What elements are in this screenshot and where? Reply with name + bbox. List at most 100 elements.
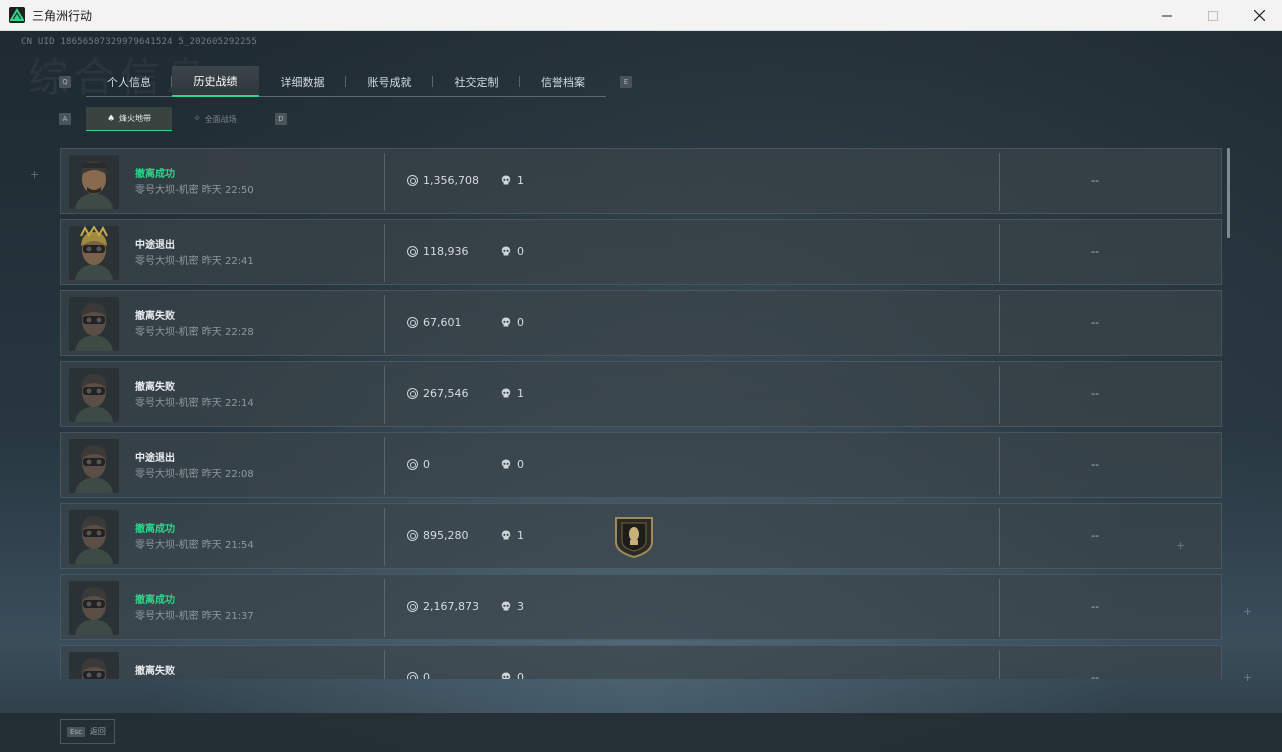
operator-avatar xyxy=(69,155,119,209)
match-map-time: 零号大坝-机密 昨天 22:14 xyxy=(135,398,254,409)
skull-icon xyxy=(501,530,511,540)
match-record-row[interactable]: 中途退出 零号大坝-机密 昨天 22:41 118,936 0 -- xyxy=(60,219,1222,285)
coin-icon xyxy=(407,246,418,257)
extracted-value: 0 xyxy=(407,671,430,679)
column-divider xyxy=(999,153,1000,211)
extracted-value: 267,546 xyxy=(407,387,469,400)
extracted-value-text: 67,601 xyxy=(423,316,462,329)
skull-icon xyxy=(501,601,511,611)
uid-label: CN UID 18656507329979641524 5_2026052922… xyxy=(21,37,257,47)
match-result: 中途退出 xyxy=(135,453,175,464)
kill-count: 3 xyxy=(501,600,524,613)
match-extra-info: -- xyxy=(1091,529,1099,542)
operator-avatar xyxy=(69,368,119,422)
column-divider xyxy=(999,579,1000,637)
match-record-row[interactable]: 撤离成功 零号大坝-机密 昨天 21:37 2,167,873 3 -- xyxy=(60,574,1222,640)
operator-avatar xyxy=(69,652,119,679)
column-divider xyxy=(384,224,385,282)
match-result: 撤离失败 xyxy=(135,382,175,393)
coin-icon xyxy=(407,388,418,399)
match-map-time: 零号大坝-机密 昨天 22:28 xyxy=(135,327,254,338)
operator-avatar xyxy=(69,581,119,635)
operator-avatar xyxy=(69,510,119,564)
subtab-full-battlefield[interactable]: ✧ 全面战场 xyxy=(172,107,258,131)
extracted-value: 895,280 xyxy=(407,529,469,542)
skull-icon xyxy=(501,317,511,327)
column-divider xyxy=(384,295,385,353)
decor-plus-icon: + xyxy=(1243,605,1253,618)
column-divider xyxy=(999,366,1000,424)
extracted-value: 1,356,708 xyxy=(407,174,479,187)
subtab-hazard-zone[interactable]: ♠ 烽火地带 xyxy=(86,107,172,131)
kill-count-text: 1 xyxy=(517,387,524,400)
close-icon xyxy=(1253,10,1265,21)
next-tab-key-hint[interactable]: E xyxy=(620,76,632,88)
extracted-value: 0 xyxy=(407,458,430,471)
operator-avatar xyxy=(69,297,119,351)
match-record-row[interactable]: 撤离成功 零号大坝-机密 昨天 21:54 895,280 1 -- xyxy=(60,503,1222,569)
kill-count: 1 xyxy=(501,387,524,400)
match-record-row[interactable]: 撤离失败 零号大坝-机密 昨天 22:14 267,546 1 -- xyxy=(60,361,1222,427)
match-record-row[interactable]: 撤离失败 零号大坝-机密 昨天 22:28 67,601 0 -- xyxy=(60,290,1222,356)
footer-bar: Esc 返回 xyxy=(0,713,1282,752)
tab-personal-info[interactable]: 个人信息 xyxy=(86,66,172,97)
extracted-value: 67,601 xyxy=(407,316,462,329)
kill-count: 0 xyxy=(501,245,524,258)
match-result: 撤离成功 xyxy=(135,595,175,606)
coin-icon xyxy=(407,317,418,328)
column-divider xyxy=(384,579,385,637)
match-record-row[interactable]: 撤离失败 零号大坝-机密 昨天 21:22 0 0 -- xyxy=(60,645,1222,679)
column-divider xyxy=(384,437,385,495)
maximize-icon xyxy=(1208,10,1218,21)
match-map-time: 零号大坝-机密 昨天 22:41 xyxy=(135,256,254,267)
operator-avatar xyxy=(69,439,119,493)
operator-avatar xyxy=(69,226,119,280)
extracted-value-text: 118,936 xyxy=(423,245,469,258)
prev-subtab-key-hint[interactable]: A xyxy=(59,113,71,125)
extracted-value-text: 0 xyxy=(423,671,430,679)
back-label: 返回 xyxy=(89,727,106,736)
sub-tab-bar: ♠ 烽火地带 ✧ 全面战场 xyxy=(86,107,258,131)
tab-credit-profile[interactable]: 信誉档案 xyxy=(520,66,606,97)
prev-tab-key-hint[interactable]: Q xyxy=(59,76,71,88)
match-extra-info: -- xyxy=(1091,600,1099,613)
skull-icon xyxy=(501,246,511,256)
kill-count: 1 xyxy=(501,174,524,187)
tab-detailed-stats[interactable]: 详细数据 xyxy=(259,66,346,97)
close-button[interactable] xyxy=(1236,0,1282,31)
match-record-row[interactable]: 撤离成功 零号大坝-机密 昨天 22:50 1,356,708 1 -- xyxy=(60,148,1222,214)
match-result: 撤离成功 xyxy=(135,169,175,180)
decor-plus-icon: + xyxy=(1176,539,1186,552)
coin-icon xyxy=(407,601,418,612)
skull-icon xyxy=(501,672,511,679)
next-subtab-key-hint[interactable]: D xyxy=(275,113,287,125)
window-titlebar: 三角洲行动 xyxy=(0,0,1282,31)
main-tab-bar: 个人信息 历史战绩 详细数据 账号成就 社交定制 信誉档案 xyxy=(86,66,606,97)
extracted-value: 118,936 xyxy=(407,245,469,258)
coin-icon xyxy=(407,459,418,470)
kill-count-text: 0 xyxy=(517,316,524,329)
maximize-button[interactable] xyxy=(1190,0,1236,31)
kill-count-text: 0 xyxy=(517,458,524,471)
match-record-row[interactable]: 中途退出 零号大坝-机密 昨天 22:08 0 0 -- xyxy=(60,432,1222,498)
list-scrollbar[interactable] xyxy=(1227,148,1230,238)
decor-plus-icon: + xyxy=(1243,671,1253,684)
coin-icon xyxy=(407,175,418,186)
tab-match-history[interactable]: 历史战绩 xyxy=(172,66,259,97)
column-divider xyxy=(384,153,385,211)
kill-count-text: 3 xyxy=(517,600,524,613)
back-button[interactable]: Esc 返回 xyxy=(60,719,115,744)
column-divider xyxy=(999,650,1000,679)
kill-count: 0 xyxy=(501,316,524,329)
tab-achievements[interactable]: 账号成就 xyxy=(346,66,433,97)
extracted-value-text: 2,167,873 xyxy=(423,600,479,613)
kill-count: 0 xyxy=(501,671,524,679)
minimize-button[interactable] xyxy=(1144,0,1190,31)
match-result: 中途退出 xyxy=(135,240,175,251)
match-map-time: 零号大坝-机密 昨天 21:54 xyxy=(135,540,254,551)
match-extra-info: -- xyxy=(1091,245,1099,258)
tab-social-customize[interactable]: 社交定制 xyxy=(433,66,520,97)
match-extra-info: -- xyxy=(1091,458,1099,471)
column-divider xyxy=(999,224,1000,282)
extracted-value-text: 895,280 xyxy=(423,529,469,542)
